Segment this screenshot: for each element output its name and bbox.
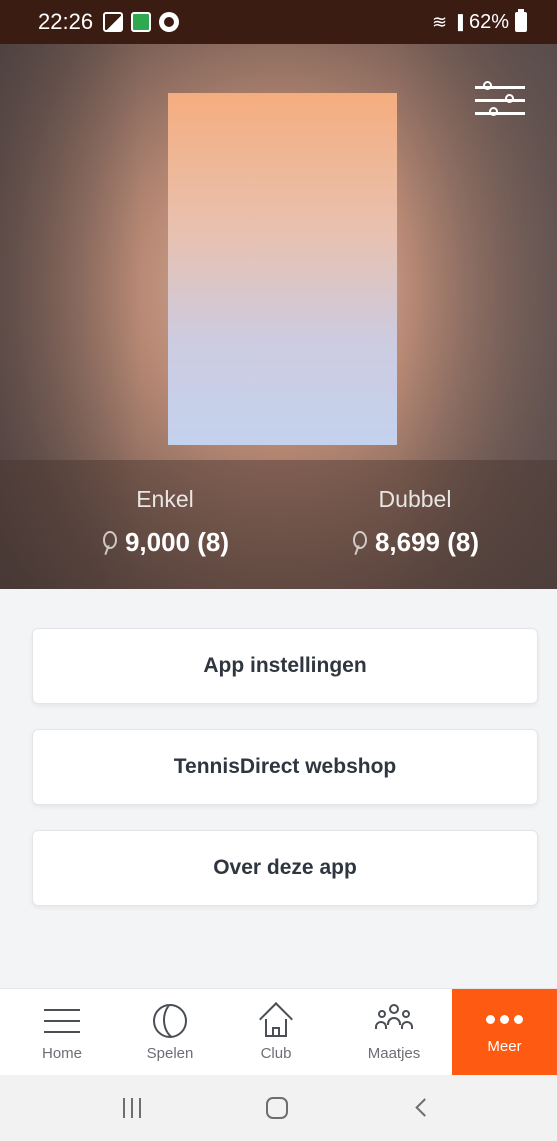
tab-maatjes-label: Maatjes: [367, 1045, 421, 1062]
tab-meer-label: Meer: [487, 1038, 522, 1055]
rating-enkel-value: 9,000 (8): [124, 527, 230, 557]
app-circle-icon: [159, 12, 180, 32]
house-icon: [256, 1002, 296, 1039]
home-icon[interactable]: [258, 1093, 298, 1123]
more-dots-icon: [486, 1015, 523, 1024]
tab-spelen[interactable]: Spelen: [124, 989, 216, 1075]
tab-spelen-label: Spelen: [146, 1045, 194, 1062]
rating-enkel-label: Enkel: [136, 486, 194, 512]
tab-maatjes[interactable]: Maatjes: [336, 989, 452, 1075]
profile-photo: [168, 93, 397, 445]
status-time: 22:26: [38, 9, 94, 34]
signal-icon: ▐: [453, 14, 463, 30]
rating-dubbel: Dubbel 8,699 (8): [325, 486, 505, 558]
ratings-band: Enkel 9,000 (8) Dubbel 8,699 (8): [0, 460, 557, 589]
app-notification-icon: [131, 12, 152, 32]
hamburger-icon: [42, 1003, 82, 1039]
tab-meer[interactable]: Meer: [452, 989, 557, 1075]
tab-home[interactable]: Home: [0, 989, 124, 1075]
profile-header: Enkel 9,000 (8) Dubbel 8,699 (8): [0, 44, 557, 589]
rating-enkel: Enkel 9,000 (8): [80, 486, 250, 558]
tab-club[interactable]: Club: [216, 989, 336, 1075]
recents-icon[interactable]: [113, 1093, 153, 1123]
tennis-ball-icon: [150, 1003, 190, 1039]
status-right: ≋ ▐ 62%: [431, 9, 527, 34]
tab-club-label: Club: [260, 1045, 292, 1062]
about-app-button[interactable]: Over deze app: [32, 830, 538, 906]
sliders-icon[interactable]: [475, 80, 525, 120]
wifi-icon: ≋: [431, 11, 448, 32]
back-icon[interactable]: [404, 1093, 444, 1123]
racket-icon: [351, 530, 367, 555]
battery-icon: [515, 9, 527, 32]
bottom-nav: Home Spelen Club Maatjes Meer: [0, 988, 557, 1075]
status-bar: 22:26 ≋ ▐ 62%: [0, 0, 557, 44]
people-icon: [374, 1003, 414, 1039]
tab-home-label: Home: [41, 1045, 82, 1062]
webshop-button[interactable]: TennisDirect webshop: [32, 729, 538, 805]
rating-dubbel-label: Dubbel: [378, 486, 452, 512]
racket-icon: [101, 530, 117, 555]
app-settings-button[interactable]: App instellingen: [32, 628, 538, 704]
system-nav-bar: [0, 1075, 557, 1141]
battery-percent: 62%: [468, 10, 509, 33]
rating-dubbel-value: 8,699 (8): [374, 527, 480, 557]
gallery-icon: [103, 12, 124, 32]
